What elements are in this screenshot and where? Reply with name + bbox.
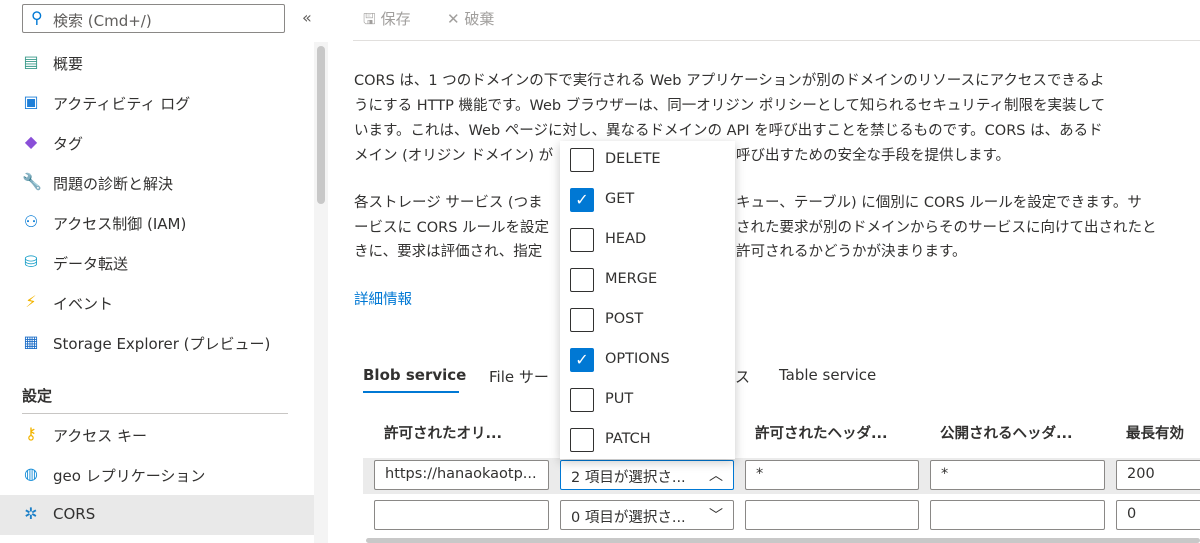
method-option-head[interactable]: HEAD [560,221,735,261]
max-age-input[interactable]: 0 [1116,500,1200,530]
sidebar-item-label: Storage Explorer (プレビュー) [53,335,271,353]
sidebar-item[interactable]: ▦ Storage Explorer (プレビュー) [0,323,314,363]
overview-icon: ▤ [23,52,39,71]
activity-log-icon: ▣ [23,92,39,111]
checkbox[interactable] [570,268,594,292]
horizontal-scrollbar[interactable] [366,538,1200,543]
sidebar-item[interactable]: ◍ geo レプリケーション [0,455,314,495]
origin-input[interactable]: https://hanaokaotp... [374,460,549,490]
method-option-options[interactable]: ✓ OPTIONS [560,341,735,381]
header-allowed-origins: 許可されたオリ... [384,426,503,442]
sidebar-item[interactable]: ⛁ データ転送 [0,243,314,283]
header-allowed-headers: 許可されたヘッダ... [755,426,888,442]
methods-dropdown: DELETE ✓ GET HEAD MERGE POST ✓ OPTIONS PUT PATCH [560,141,735,459]
search-input[interactable]: ⚲ 検索 (Cmd+/) [22,4,285,33]
method-option-post[interactable]: POST [560,301,735,341]
description-line: 許可されるかどうかが決まります。 [736,244,967,260]
lightning-icon: ⚡ [25,292,37,311]
globe-icon: ◍ [24,464,38,483]
chevron-up-icon: ︿ [709,468,723,484]
tag-icon: ◆ [24,132,38,151]
sidebar-item[interactable]: ✲ CORS [0,495,314,535]
sidebar-item[interactable]: ⚇ アクセス制御 (IAM) [0,203,314,243]
toolbar-divider [353,40,1200,41]
chevron-down-icon: ﹀ [709,508,723,524]
tab-queue-service[interactable]: ス [735,366,750,387]
collapse-sidebar-button[interactable]: « [302,8,312,27]
tab-table-service[interactable]: Table service [779,366,876,384]
sidebar-item-label: アクセス制御 (IAM) [53,215,187,233]
save-button[interactable]: 🖫 保存 [363,8,411,34]
sidebar-item[interactable]: ⚷ アクセス キー [0,415,314,455]
wrench-icon: 🔧 [22,172,42,191]
learn-more-link[interactable]: 詳細情報 [354,290,412,310]
checkbox[interactable] [570,388,594,412]
allowed-headers-input[interactable] [745,500,919,530]
allowed-headers-input[interactable]: * [745,460,919,490]
description-line: メイン (オリジン ドメイン) が [354,148,554,164]
checkbox[interactable] [570,308,594,332]
sidebar-item[interactable]: ⚡ イベント [0,283,314,323]
sidebar-item-label: CORS [53,505,96,523]
checkbox[interactable] [570,428,594,452]
sidebar-item-label: 概要 [53,55,84,73]
active-tab-indicator [363,391,459,393]
description-line: ービスに CORS ルールを設定 [354,220,550,236]
description-line: 呼び出すための安全な手段を提供します。 [736,148,1011,164]
section-divider [22,413,288,414]
methods-select[interactable]: 2 項目が選択さ... ︿ [560,460,734,490]
sidebar-item[interactable]: 🔧 問題の診断と解決 [0,163,314,203]
checkbox[interactable] [570,228,594,252]
description-line: CORS は、1 つのドメインの下で実行される Web アプリケーションが別のド… [354,73,1105,89]
sidebar-item-label: データ転送 [53,255,129,273]
header-exposed-headers: 公開されるヘッダ... [940,426,1073,442]
people-icon: ⚇ [23,212,39,231]
method-option-merge[interactable]: MERGE [560,261,735,301]
tab-blob-service[interactable]: Blob service [363,366,466,384]
description-line: きに、要求は評価され、指定 [354,244,543,260]
header-max-age: 最長有効 [1126,426,1184,442]
sidebar-item-label: 問題の診断と解決 [53,175,174,193]
sidebar-item-label: geo レプリケーション [53,467,206,485]
max-age-input[interactable]: 200 [1116,460,1200,490]
methods-select[interactable]: 0 項目が選択さ... ﹀ [560,500,734,530]
description-line: キュー、テーブル) に個別に CORS ルールを設定できます。サ [736,195,1142,211]
origin-input[interactable] [374,500,549,530]
sidebar-item-label: タグ [53,135,84,153]
close-icon: ✕ [447,10,460,28]
search-placeholder: 検索 (Cmd+/) [53,12,152,30]
description-line: うにする HTTP 機能です。Web ブラウザーは、同一オリジン ポリシーとして… [354,98,1106,114]
tab-file-service[interactable]: File サー [489,366,549,387]
checkbox[interactable]: ✓ [570,188,594,212]
cors-icon: ✲ [24,504,38,523]
method-option-delete[interactable]: DELETE [560,141,735,181]
checkbox[interactable] [570,148,594,172]
description-line: 各ストレージ サービス (つま [354,195,543,211]
description-line: います。これは、Web ページに対し、異なるドメインの API を呼び出すことを… [354,123,1103,139]
sidebar-item[interactable]: ▤ 概要 [0,43,314,83]
sidebar-item-label: イベント [53,295,114,313]
checkbox[interactable]: ✓ [570,348,594,372]
data-transfer-icon: ⛁ [24,252,38,271]
method-option-put[interactable]: PUT [560,381,735,421]
method-option-get[interactable]: ✓ GET [560,181,735,221]
settings-section-title: 設定 [22,387,53,405]
description-line: された要求が別のドメインからそのサービスに向けて出されたと [736,220,1157,236]
exposed-headers-input[interactable]: * [930,460,1105,490]
method-option-patch[interactable]: PATCH [560,421,735,461]
sidebar-scrollbar-thumb[interactable] [317,46,325,204]
key-icon: ⚷ [25,424,37,443]
sidebar-item-label: アクセス キー [53,427,148,445]
search-icon: ⚲ [31,8,43,27]
sidebar-item[interactable]: ◆ タグ [0,123,314,163]
storage-explorer-icon: ▦ [23,332,39,351]
sidebar-item-label: アクティビティ ログ [53,95,191,113]
save-icon: 🖫 [363,10,376,28]
discard-button[interactable]: ✕ 破棄 [447,8,494,29]
exposed-headers-input[interactable] [930,500,1105,530]
sidebar-item[interactable]: ▣ アクティビティ ログ [0,83,314,123]
